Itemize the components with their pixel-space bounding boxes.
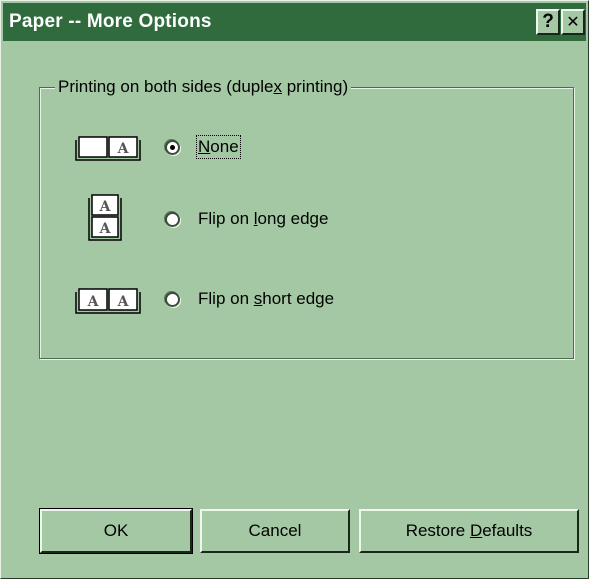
radio-selected-dot (170, 145, 175, 150)
close-button[interactable]: ✕ (561, 9, 585, 35)
title-bar[interactable]: Paper -- More Options ? ✕ (3, 3, 586, 41)
stacked-pages-icon: A A (88, 194, 122, 241)
window-title: Paper -- More Options (9, 11, 212, 32)
option-none-row[interactable]: A None (1, 127, 591, 167)
radio-short-edge[interactable] (165, 292, 180, 307)
help-button[interactable]: ? (536, 9, 560, 35)
option-long-edge-row[interactable]: A A Flip on long edge (1, 194, 591, 241)
close-icon: ✕ (566, 14, 580, 31)
duplex-group-label: Printing on both sides (duplex printing) (55, 77, 352, 97)
ok-button[interactable]: OK (39, 508, 193, 554)
cancel-button[interactable]: Cancel (200, 509, 350, 553)
svg-text:A: A (87, 294, 100, 310)
radio-long-edge[interactable] (165, 212, 180, 227)
option-short-edge-row[interactable]: A A Flip on short edge (1, 281, 591, 321)
paper-more-options-dialog: Paper -- More Options ? ✕ Printing on bo… (0, 0, 589, 579)
open-book-both-pages-icon: A A (75, 288, 141, 314)
option-short-edge-label[interactable]: Flip on short edge (198, 289, 334, 309)
restore-defaults-button[interactable]: Restore Defaults (359, 509, 579, 553)
svg-text:A: A (99, 221, 112, 237)
svg-text:A: A (99, 199, 112, 215)
option-long-edge-label[interactable]: Flip on long edge (198, 209, 328, 229)
option-none-label[interactable]: None (196, 135, 241, 159)
open-book-single-page-icon: A (75, 136, 141, 161)
radio-none[interactable] (165, 140, 180, 155)
svg-text:A: A (117, 141, 130, 157)
svg-text:A: A (117, 294, 130, 310)
